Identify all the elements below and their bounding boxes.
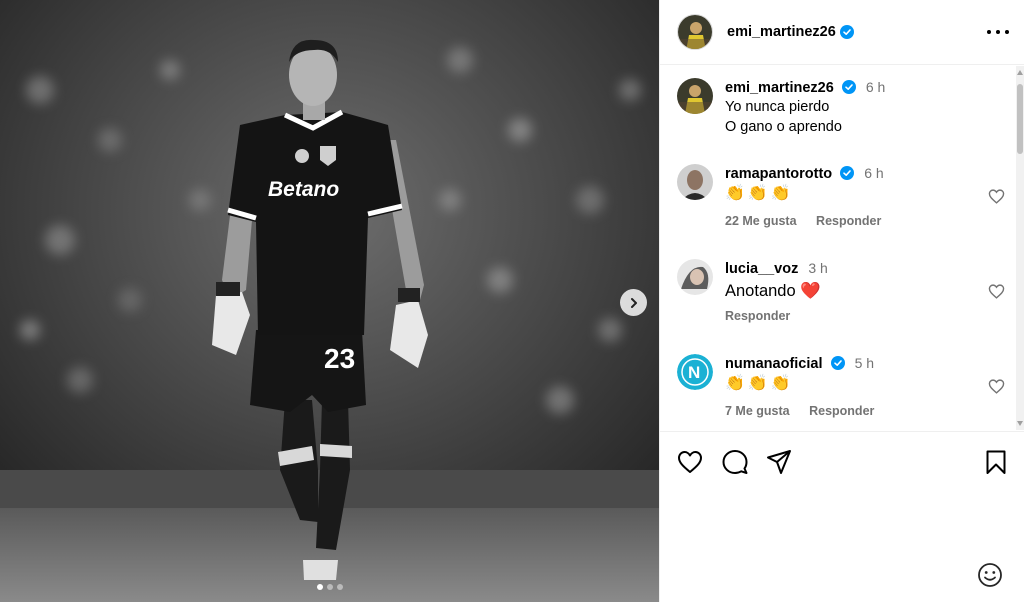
svg-text:N: N bbox=[688, 363, 700, 382]
comment-text: 👏👏👏 bbox=[725, 185, 794, 202]
verified-badge-icon bbox=[830, 356, 845, 370]
comments-list[interactable]: emi_martinez26 6 h Yo nunca pierdo O gan… bbox=[660, 66, 1018, 430]
comment-text: 👏👏👏 bbox=[725, 375, 794, 392]
carousel-next-button[interactable] bbox=[620, 289, 647, 316]
comment-reply-button[interactable]: Responder bbox=[816, 214, 881, 228]
heart-icon[interactable] bbox=[988, 378, 1005, 395]
post-photo: 23 Betano bbox=[0, 0, 659, 602]
comment-username[interactable]: ramapantorotto bbox=[725, 166, 832, 182]
verified-badge-icon bbox=[839, 25, 854, 39]
comment-icon[interactable] bbox=[722, 449, 748, 475]
comment-reply-button[interactable]: Responder bbox=[809, 404, 874, 418]
bookmark-icon[interactable] bbox=[983, 449, 1009, 475]
author-username[interactable]: emi_martinez26 bbox=[727, 24, 836, 40]
caption-line-1: Yo nunca pierdo bbox=[725, 99, 830, 115]
carousel-indicator bbox=[0, 584, 659, 590]
heart-icon[interactable] bbox=[988, 188, 1005, 205]
post-actions-bar bbox=[660, 431, 1024, 491]
comment-avatar[interactable] bbox=[677, 164, 713, 200]
carousel-dot bbox=[336, 584, 343, 590]
post-header: emi_martinez26 bbox=[660, 0, 1024, 65]
comment-item: lucia__voz 3 h Anotando ❤️ Responder bbox=[677, 259, 1007, 323]
comment-time[interactable]: 6 h bbox=[864, 165, 883, 181]
caption-username[interactable]: emi_martinez26 bbox=[725, 80, 834, 96]
comment-username[interactable]: numanaoficial bbox=[725, 356, 823, 372]
heart-icon[interactable] bbox=[677, 449, 703, 475]
more-icon bbox=[987, 30, 991, 34]
more-icon-dot bbox=[1005, 30, 1009, 34]
caption-avatar[interactable] bbox=[677, 78, 713, 114]
scrollbar-thumb[interactable] bbox=[1017, 84, 1023, 154]
comment-item: ramapantorotto 6 h 👏👏👏 22 Me gusta Respo… bbox=[677, 164, 1007, 228]
caption-line-2: O gano o aprendo bbox=[725, 119, 842, 135]
comment-time[interactable]: 3 h bbox=[808, 260, 827, 276]
carousel-dot bbox=[326, 584, 333, 590]
scroll-up-icon[interactable] bbox=[1017, 70, 1023, 75]
comment-item: N numanaoficial 5 h 👏👏👏 7 Me gusta Respo… bbox=[677, 354, 1007, 418]
comment-likes[interactable]: 7 Me gusta bbox=[725, 404, 790, 418]
comments-scrollbar[interactable] bbox=[1016, 66, 1024, 430]
post-caption: emi_martinez26 6 h Yo nunca pierdo O gan… bbox=[677, 78, 1007, 137]
comment-text: Anotando ❤️ bbox=[725, 282, 821, 300]
instagram-post-view: 23 Betano emi_martinez26 emi_martinez26 … bbox=[0, 0, 1024, 602]
heart-icon[interactable] bbox=[988, 283, 1005, 300]
comment-time[interactable]: 5 h bbox=[855, 355, 874, 371]
emoji-icon[interactable] bbox=[977, 562, 1003, 588]
carousel-dot bbox=[316, 584, 323, 590]
comment-likes[interactable]: 22 Me gusta bbox=[725, 214, 797, 228]
post-media[interactable]: 23 Betano bbox=[0, 0, 659, 602]
more-options-button[interactable] bbox=[987, 22, 1009, 42]
jersey-sponsor: Betano bbox=[268, 178, 339, 201]
author-avatar[interactable] bbox=[677, 14, 713, 50]
comment-reply-button[interactable]: Responder bbox=[725, 309, 790, 323]
post-side-panel: emi_martinez26 emi_martinez26 6 h Yo nun… bbox=[659, 0, 1024, 602]
caption-time[interactable]: 6 h bbox=[866, 79, 885, 95]
comment-avatar[interactable]: N bbox=[677, 354, 713, 390]
comment-username[interactable]: lucia__voz bbox=[725, 261, 798, 277]
share-icon[interactable] bbox=[766, 449, 792, 475]
add-comment-area[interactable] bbox=[660, 552, 1024, 602]
more-icon-dot bbox=[996, 30, 1000, 34]
scroll-down-icon[interactable] bbox=[1017, 421, 1023, 426]
shorts-number: 23 bbox=[324, 343, 355, 374]
verified-badge-icon bbox=[841, 80, 856, 94]
chevron-right-icon bbox=[630, 297, 637, 308]
verified-badge-icon bbox=[840, 166, 855, 180]
comment-avatar[interactable] bbox=[677, 259, 713, 295]
